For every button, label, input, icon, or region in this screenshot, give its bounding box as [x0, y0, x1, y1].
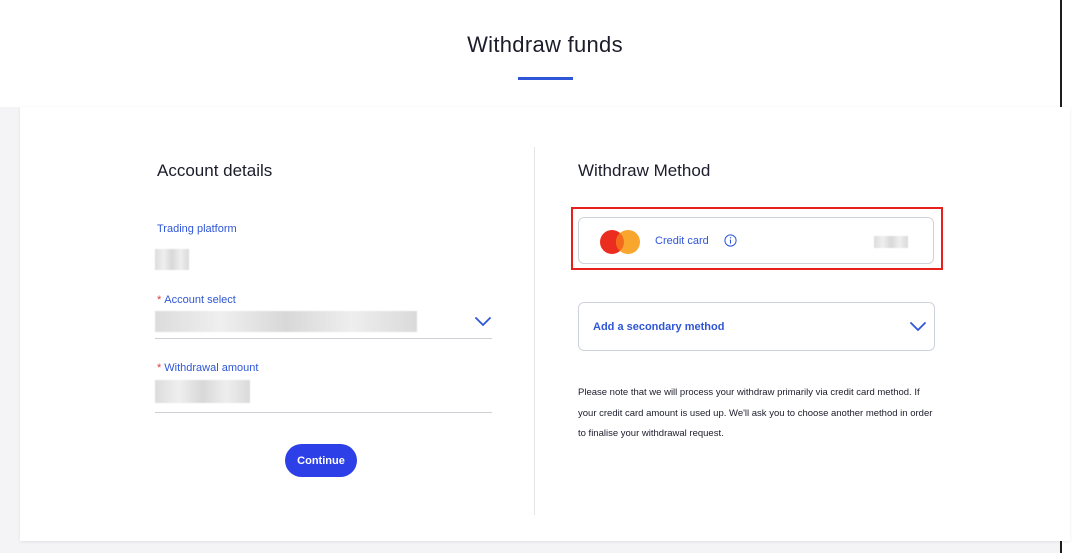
header: Withdraw funds [0, 0, 1060, 107]
trading-platform-label: Trading platform [157, 223, 237, 235]
trading-platform-value-redacted [155, 249, 189, 270]
secondary-method-label: Add a secondary method [593, 321, 725, 333]
account-details-title: Account details [157, 161, 273, 180]
required-mark: * [157, 294, 162, 306]
withdraw-note: Please note that we will process your wi… [578, 387, 933, 439]
withdrawal-amount-underline [155, 412, 492, 413]
withdrawal-amount-label-text: Withdrawal amount [164, 362, 259, 374]
title-underline [518, 77, 573, 80]
account-select-label-text: Account select [164, 294, 236, 306]
withdrawal-amount-label: * Withdrawal amount [157, 362, 258, 374]
column-divider [534, 147, 535, 515]
withdraw-method-title: Withdraw Method [578, 161, 711, 180]
secondary-method-dropdown[interactable]: Add a secondary method [578, 302, 935, 351]
page-title: Withdraw funds [467, 32, 623, 57]
withdraw-card: Account details Trading platform * Accoun… [20, 107, 1070, 541]
chevron-down-icon [910, 322, 926, 331]
chevron-down-icon[interactable] [475, 317, 491, 327]
account-select-label: * Account select [157, 294, 236, 306]
withdrawal-amount-value-redacted[interactable] [155, 380, 250, 403]
page: Withdraw funds Account details Trading p… [0, 0, 1074, 553]
account-select-value-redacted[interactable] [155, 311, 417, 332]
highlight-box [571, 207, 943, 270]
required-mark: * [157, 362, 162, 374]
account-select-underline [155, 338, 492, 339]
continue-button[interactable]: Continue [285, 444, 357, 477]
